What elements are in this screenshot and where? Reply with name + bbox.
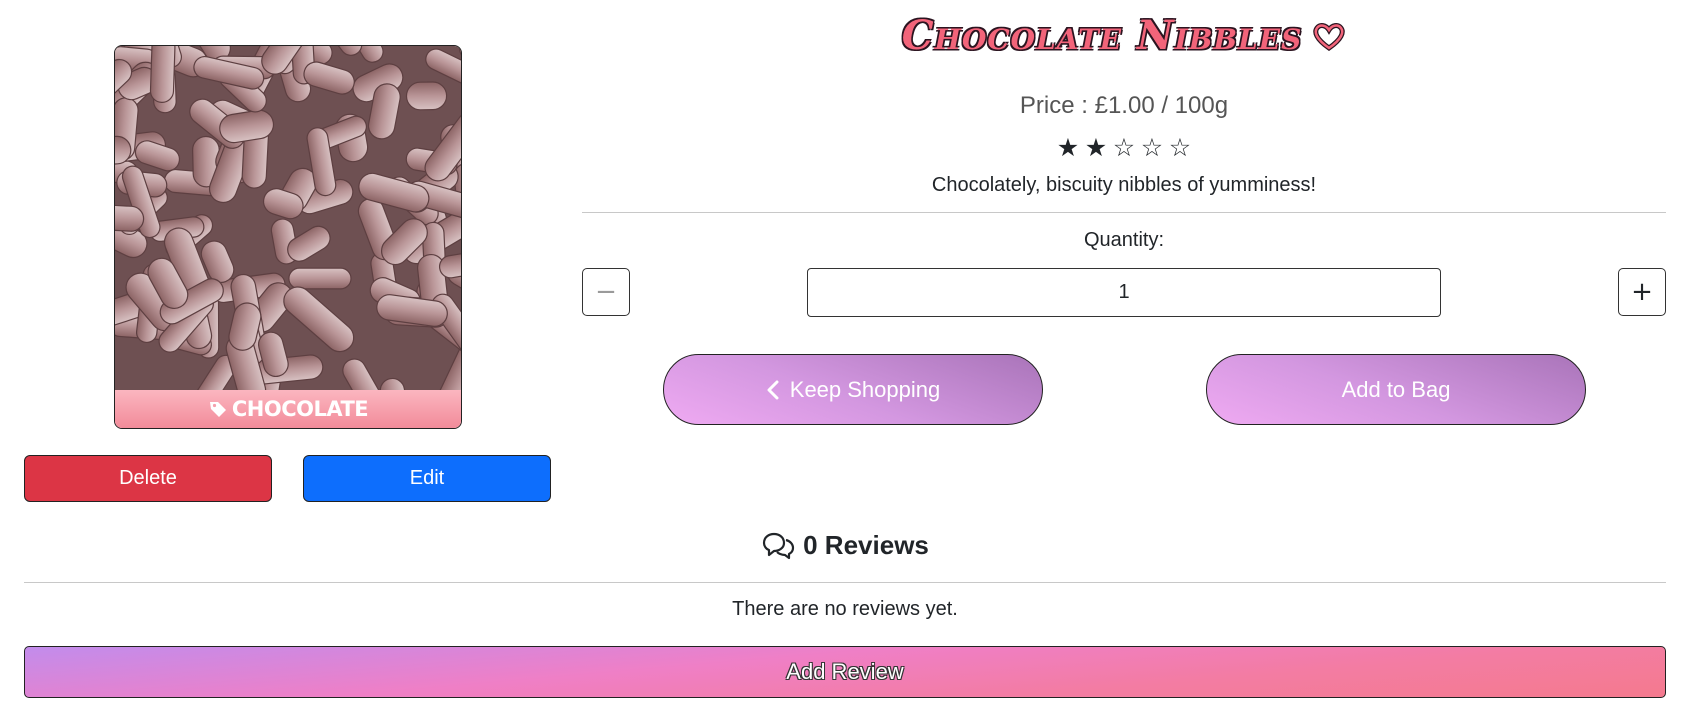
divider xyxy=(24,582,1666,583)
reviews-heading: 0 Reviews xyxy=(24,530,1666,561)
category-label: CHOCOLATE xyxy=(231,397,369,421)
quantity-decrement-button[interactable]: − xyxy=(582,268,630,316)
chat-bubbles-icon xyxy=(761,531,795,561)
product-title: Chocolate Nibbles xyxy=(582,12,1666,59)
quantity-input[interactable]: 1 xyxy=(807,268,1441,317)
heart-outline-icon xyxy=(1312,21,1346,51)
quantity-increment-button[interactable]: + xyxy=(1618,268,1666,316)
add-review-button[interactable]: Add Review xyxy=(24,646,1666,698)
product-title-text: Chocolate Nibbles xyxy=(901,12,1303,59)
quantity-label: Quantity: xyxy=(1083,229,1165,251)
add-to-bag-label: Add to Bag xyxy=(1341,376,1451,402)
chevron-left-icon xyxy=(766,379,780,401)
tag-icon xyxy=(208,399,228,419)
chocolate-nibbles-image xyxy=(115,46,461,391)
star-outline-icon: ☆ xyxy=(1112,133,1136,162)
star-filled-icon: ★ xyxy=(1056,133,1080,162)
product-price: Price : £1.00 / 100g xyxy=(1019,92,1229,119)
star-outline-icon: ☆ xyxy=(1140,133,1164,162)
product-image xyxy=(115,46,461,391)
star-filled-icon: ★ xyxy=(1084,133,1108,162)
no-reviews-message: There are no reviews yet. xyxy=(732,598,958,620)
keep-shopping-button[interactable]: Keep Shopping xyxy=(663,354,1043,425)
product-image-card: CHOCOLATE xyxy=(114,45,462,429)
reviews-count: 0 Reviews xyxy=(803,530,929,560)
add-to-bag-button[interactable]: Add to Bag xyxy=(1206,354,1586,425)
divider xyxy=(582,212,1666,213)
star-rating: ★ ★ ☆ ☆ ☆ xyxy=(582,134,1666,162)
keep-shopping-label: Keep Shopping xyxy=(789,376,941,402)
edit-button[interactable]: Edit xyxy=(303,455,551,502)
delete-button[interactable]: Delete xyxy=(24,455,272,502)
product-description: Chocolately, biscuity nibbles of yummine… xyxy=(931,174,1317,196)
star-outline-icon: ☆ xyxy=(1168,133,1192,162)
category-tag[interactable]: CHOCOLATE xyxy=(115,390,461,428)
